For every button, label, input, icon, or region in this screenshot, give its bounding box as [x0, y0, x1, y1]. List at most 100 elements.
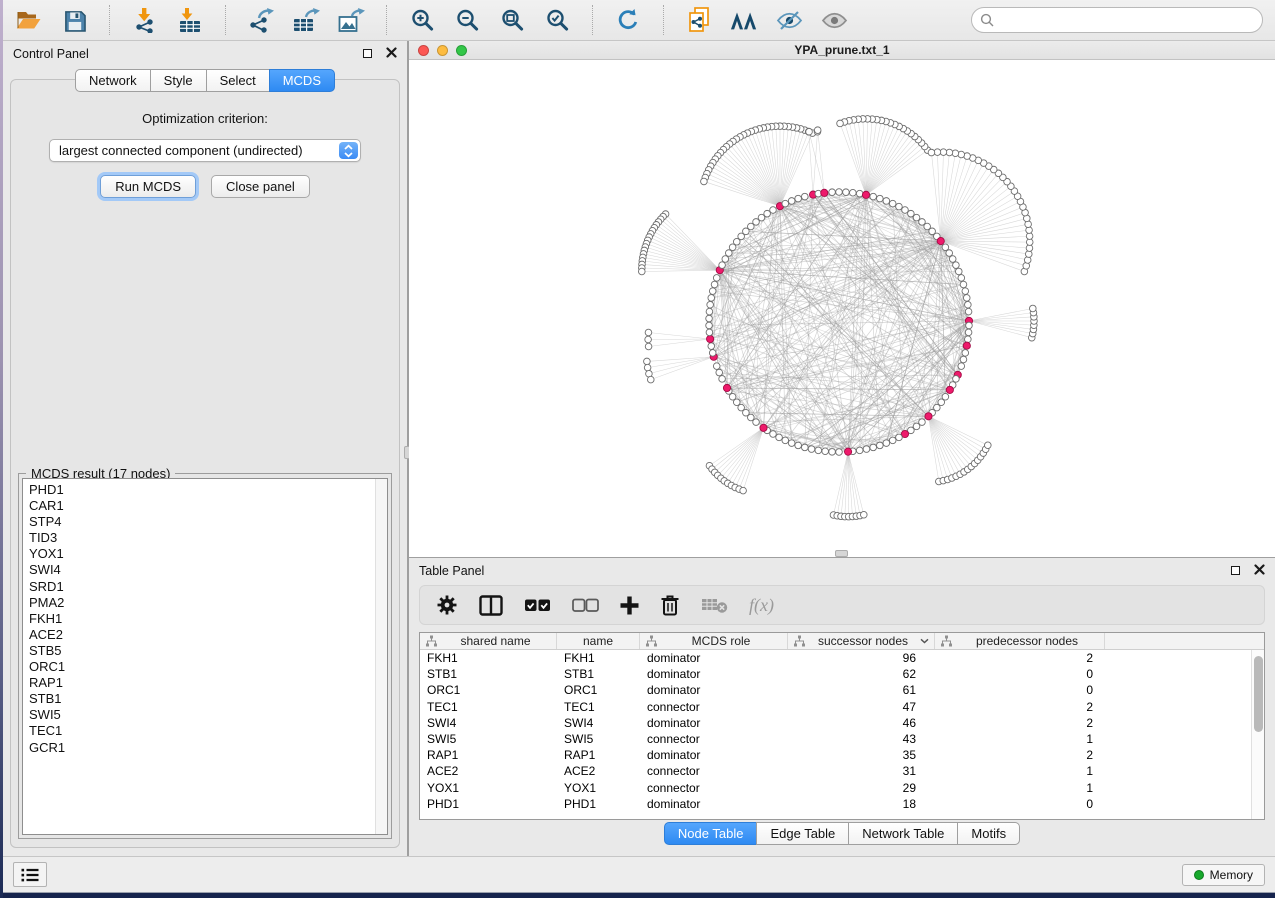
graph-node[interactable] [829, 189, 836, 196]
graph-node[interactable] [795, 195, 802, 202]
graph-node[interactable] [776, 434, 783, 441]
graph-node[interactable] [958, 275, 965, 282]
tab-style[interactable]: Style [150, 69, 207, 92]
close-mcds-panel-button[interactable]: Close panel [211, 175, 310, 198]
close-table-panel-button[interactable] [1254, 562, 1265, 580]
graph-node[interactable] [985, 442, 992, 449]
graph-node[interactable] [770, 431, 777, 438]
graph-hub-node[interactable] [925, 413, 932, 420]
tab-edge-table[interactable]: Edge Table [756, 822, 849, 845]
mcds-result-item[interactable]: YOX1 [29, 546, 369, 562]
graph-node[interactable] [946, 250, 953, 257]
tab-node-table[interactable]: Node Table [664, 822, 758, 845]
graph-node[interactable] [725, 250, 732, 257]
graph-node[interactable] [1030, 305, 1037, 312]
mcds-result-item[interactable]: CAR1 [29, 498, 369, 514]
graph-node[interactable] [716, 369, 723, 376]
tab-mcds[interactable]: MCDS [269, 69, 335, 92]
graph-node[interactable] [788, 440, 795, 447]
graph-node[interactable] [856, 447, 863, 454]
tab-select[interactable]: Select [206, 69, 270, 92]
graph-node[interactable] [822, 448, 829, 455]
network-titlebar[interactable]: YPA_prune.txt_1 [409, 41, 1275, 60]
zoom-window-button[interactable] [456, 45, 467, 56]
graph-node[interactable] [713, 275, 720, 282]
graph-node[interactable] [850, 189, 857, 196]
graph-node[interactable] [953, 376, 960, 383]
graph-node[interactable] [706, 308, 713, 315]
import-network-button[interactable] [131, 5, 159, 35]
graph-node[interactable] [706, 322, 713, 329]
select-all-rows-button[interactable] [524, 598, 551, 613]
graph-node[interactable] [965, 336, 972, 343]
graph-node[interactable] [711, 281, 718, 288]
mcds-result-scrollbar[interactable] [375, 479, 387, 834]
graph-node[interactable] [883, 198, 890, 205]
toggle-columns-button[interactable] [479, 595, 503, 616]
table-row[interactable]: SWI5SWI5connector431 [420, 731, 1251, 747]
column-header-name[interactable]: name [557, 633, 640, 649]
network-canvas[interactable] [409, 60, 1275, 557]
graph-node[interactable] [889, 200, 896, 207]
table-row[interactable]: TEC1TEC1connector472 [420, 699, 1251, 715]
close-window-button[interactable] [418, 45, 429, 56]
graph-node[interactable] [782, 200, 789, 207]
graph-node[interactable] [706, 329, 713, 336]
graph-node[interactable] [955, 268, 962, 275]
mcds-result-item[interactable]: STB1 [29, 691, 369, 707]
graph-node[interactable] [782, 437, 789, 444]
graph-node[interactable] [719, 262, 726, 269]
graph-node[interactable] [709, 288, 716, 295]
mcds-result-item[interactable]: GCR1 [29, 740, 369, 756]
column-settings-button[interactable] [436, 594, 458, 616]
graph-hub-node[interactable] [946, 386, 953, 393]
graph-node[interactable] [889, 437, 896, 444]
graph-node[interactable] [860, 511, 867, 518]
new-network-from-selection-button[interactable] [685, 5, 713, 35]
graph-node[interactable] [958, 363, 965, 370]
column-header-mcds-role[interactable]: MCDS role [640, 633, 788, 649]
graph-node[interactable] [770, 207, 777, 214]
graph-node[interactable] [870, 444, 877, 451]
column-header-predecessor-nodes[interactable]: predecessor nodes [935, 633, 1105, 649]
graph-hub-node[interactable] [862, 191, 869, 198]
run-mcds-button[interactable]: Run MCDS [100, 175, 196, 198]
graph-node[interactable] [707, 301, 714, 308]
graph-hub-node[interactable] [963, 342, 970, 349]
graph-node[interactable] [638, 268, 645, 275]
graph-node[interactable] [837, 120, 844, 127]
graph-node[interactable] [870, 193, 877, 200]
open-file-button[interactable] [15, 5, 43, 35]
graph-node[interactable] [814, 127, 821, 134]
graph-node[interactable] [645, 343, 652, 350]
mcds-result-item[interactable]: SRD1 [29, 579, 369, 595]
graph-node[interactable] [953, 262, 960, 269]
minimize-window-button[interactable] [437, 45, 448, 56]
graph-node[interactable] [856, 190, 863, 197]
graph-node[interactable] [877, 195, 884, 202]
graph-node[interactable] [896, 434, 903, 441]
mcds-result-item[interactable]: FKH1 [29, 611, 369, 627]
horizontal-splitter-handle[interactable] [835, 550, 848, 557]
graph-node[interactable] [965, 301, 972, 308]
table-row[interactable]: YOX1YOX1connector291 [420, 780, 1251, 796]
mcds-result-item[interactable]: RAP1 [29, 675, 369, 691]
graph-hub-node[interactable] [844, 448, 851, 455]
graph-node[interactable] [902, 207, 909, 214]
table-scrollbar[interactable] [1251, 650, 1264, 819]
graph-node[interactable] [708, 295, 715, 302]
mcds-result-item[interactable]: SWI4 [29, 562, 369, 578]
table-row[interactable]: STB1STB1dominator620 [420, 666, 1251, 682]
graph-node[interactable] [708, 343, 715, 350]
graph-node[interactable] [647, 376, 654, 383]
graph-node[interactable] [706, 315, 713, 322]
graph-node[interactable] [645, 329, 652, 336]
deselect-all-rows-button[interactable] [572, 598, 599, 613]
import-table-button[interactable] [176, 5, 204, 35]
graph-node[interactable] [883, 440, 890, 447]
table-row[interactable]: SWI4SWI4dominator462 [420, 715, 1251, 731]
tab-network-table[interactable]: Network Table [848, 822, 958, 845]
graph-node[interactable] [960, 356, 967, 363]
search-box[interactable] [971, 7, 1263, 33]
graph-hub-node[interactable] [760, 424, 767, 431]
